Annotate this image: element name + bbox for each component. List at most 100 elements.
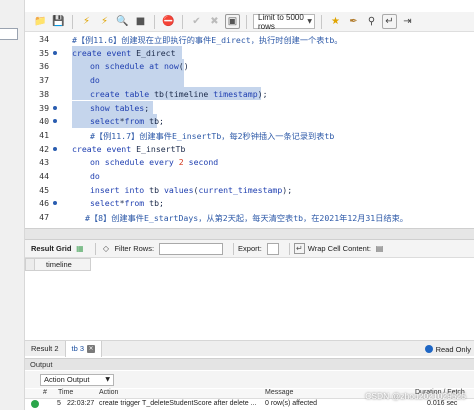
code-line[interactable]: 40 select*from tb; xyxy=(25,114,474,128)
line-number: 45 xyxy=(39,184,49,195)
bolt-icon[interactable]: ⚡ xyxy=(79,14,94,29)
statement-marker-icon[interactable] xyxy=(53,146,57,151)
read-only-label: Read Only xyxy=(435,344,471,354)
grid-corner-cell[interactable] xyxy=(25,258,35,271)
toolbar-separator xyxy=(182,14,183,29)
sql-editor-toolbar: 📁 💾 ⚡ ⚡ 🔍 ■ ⛔ ✔ ✖ ▣ Limit to 5000 rows ▼… xyxy=(25,12,474,32)
output-row[interactable]: 5 22:03:27 create trigger T_deleteStuden… xyxy=(25,400,474,410)
statement-marker-icon[interactable] xyxy=(53,105,57,110)
line-number: 37 xyxy=(39,75,49,86)
result-tabs: Result 2 tb 3 × Read Only xyxy=(25,340,474,357)
line-number: 40 xyxy=(39,116,49,127)
filter-rows-label: Filter Rows: xyxy=(114,244,155,253)
chevron-down-icon: ▼ xyxy=(105,376,110,383)
panel-splitter[interactable] xyxy=(25,228,474,240)
folder-icon[interactable]: 📁 xyxy=(33,14,48,29)
col-action: Action xyxy=(99,389,119,396)
line-number: 42 xyxy=(39,143,49,154)
code-text: on schedule at now() xyxy=(90,61,189,72)
code-text: #【例11.6】创建现在立即执行的事件E_direct，执行时创建一个表tb。 xyxy=(72,35,343,45)
code-text: create event E_insertTb xyxy=(72,143,186,154)
cancel-circle-icon[interactable]: ✖ xyxy=(207,14,222,29)
col-time: Time xyxy=(58,389,74,396)
stop-icon[interactable]: ■ xyxy=(133,14,148,29)
result-grid-tab[interactable]: Result Grid ▦ xyxy=(31,243,85,254)
save-icon[interactable]: 💾 xyxy=(51,14,66,29)
search-icon[interactable]: ⚲ xyxy=(364,14,379,29)
action-output-value: Action Output xyxy=(44,375,90,384)
line-number: 38 xyxy=(39,88,49,99)
code-line[interactable]: 44 do xyxy=(25,169,474,183)
brush-icon[interactable]: ✒ xyxy=(346,14,361,29)
output-toolbar: Action Output ▼ xyxy=(25,371,474,388)
toolbar-separator xyxy=(72,14,73,29)
grid-header-row: timeline xyxy=(25,258,91,271)
toolbar-separator xyxy=(154,14,155,29)
line-number: 34 xyxy=(39,34,49,44)
wrap-toggle-icon[interactable]: ▤ xyxy=(374,243,385,254)
code-line[interactable]: 46 select*from tb; xyxy=(25,196,474,210)
indent-icon[interactable]: ⇥ xyxy=(400,14,415,29)
code-text: show tables; xyxy=(90,102,150,113)
grid-column-header[interactable]: timeline xyxy=(35,258,91,271)
wrap-cell-group: ↵ Wrap Cell Content: ▤ xyxy=(293,243,385,254)
result-grid-label: Result Grid xyxy=(31,244,72,253)
tab-result-2[interactable]: Result 2 xyxy=(25,341,65,357)
wrap-icon[interactable]: ↵ xyxy=(382,14,397,29)
close-icon[interactable]: × xyxy=(87,344,96,353)
row-message: 0 row(s) affected xyxy=(265,400,318,407)
filter-rows-group: ◇ Filter Rows: xyxy=(100,242,224,255)
code-line[interactable]: 38 create table tb(timeline timestamp); xyxy=(25,86,474,101)
bolt-cursor-icon[interactable]: ⚡ xyxy=(97,14,112,29)
line-number: 46 xyxy=(39,198,49,209)
toolbar-separator xyxy=(246,14,247,29)
statement-marker-icon[interactable] xyxy=(53,119,57,124)
toggle-output-icon[interactable]: ▣ xyxy=(225,14,240,29)
toolbar-separator xyxy=(321,14,322,29)
code-line[interactable]: 36 on schedule at now() xyxy=(25,59,474,74)
code-line[interactable]: 35 create event E_direct xyxy=(25,45,474,60)
limit-rows-select[interactable]: Limit to 5000 rows ▼ xyxy=(253,13,315,31)
star-icon[interactable]: ★ xyxy=(328,14,343,29)
toolbar-separator xyxy=(288,242,290,255)
export-label: Export: xyxy=(238,244,262,253)
left-panel-stub xyxy=(0,0,25,410)
output-title: Output xyxy=(30,360,53,369)
filter-rows-input[interactable] xyxy=(159,242,224,255)
magnify-icon[interactable]: 🔍 xyxy=(115,14,130,29)
watermark: CSDN @zhou2021029525 xyxy=(365,391,466,401)
code-text: insert into tb values(current_timestamp)… xyxy=(90,184,293,195)
grid-icon: ▦ xyxy=(76,244,84,253)
tab-label: tb 3 xyxy=(71,344,85,353)
code-line[interactable]: 39 show tables; xyxy=(25,100,474,115)
check-circle-icon[interactable]: ✔ xyxy=(189,14,204,29)
tab-tb-3[interactable]: tb 3 × xyxy=(64,340,103,357)
no-entry-icon[interactable]: ⛔ xyxy=(161,14,176,29)
statement-marker-icon[interactable] xyxy=(53,50,57,55)
code-line[interactable]: 45 insert into tb values(current_timestam… xyxy=(25,183,474,197)
code-line[interactable]: 42 create event E_insertTb xyxy=(25,142,474,156)
output-panel-header: Output xyxy=(25,358,474,370)
export-group: Export: xyxy=(238,242,279,255)
result-grid[interactable]: timeline xyxy=(25,258,474,338)
sql-editor[interactable]: 34 #【例11.6】创建现在立即执行的事件E_direct，执行时创建一个表tb… xyxy=(25,32,474,228)
line-number: 36 xyxy=(39,61,49,72)
export-button[interactable] xyxy=(266,242,279,255)
action-output-select[interactable]: Action Output ▼ xyxy=(40,373,114,386)
code-line[interactable]: 37 do xyxy=(25,73,474,87)
success-icon xyxy=(31,400,39,408)
line-number: 44 xyxy=(39,171,49,181)
line-number: 47 xyxy=(39,212,49,223)
code-line[interactable]: 47 #【8】创建事件E_startDays，从第2天起，每天清空表tb，在202… xyxy=(25,210,474,224)
code-line[interactable]: 41 #【例11.7】创建事件E_insertTb，每2秒钟插入一条记录到表tb xyxy=(25,128,474,142)
wrap-icon: ↵ xyxy=(293,243,305,254)
statement-marker-icon[interactable] xyxy=(53,201,57,206)
code-text: create event E_direct xyxy=(72,47,176,58)
code-text: do xyxy=(90,171,100,181)
toolbar-separator xyxy=(233,242,235,255)
col-index: # xyxy=(43,389,47,396)
code-line[interactable]: 34 #【例11.6】创建现在立即执行的事件E_direct，执行时创建一个表tb… xyxy=(25,32,474,46)
chevron-down-icon: ▼ xyxy=(307,18,312,25)
code-line[interactable]: 43 on schedule every 2 second xyxy=(25,155,474,169)
left-panel-field[interactable] xyxy=(0,28,18,40)
